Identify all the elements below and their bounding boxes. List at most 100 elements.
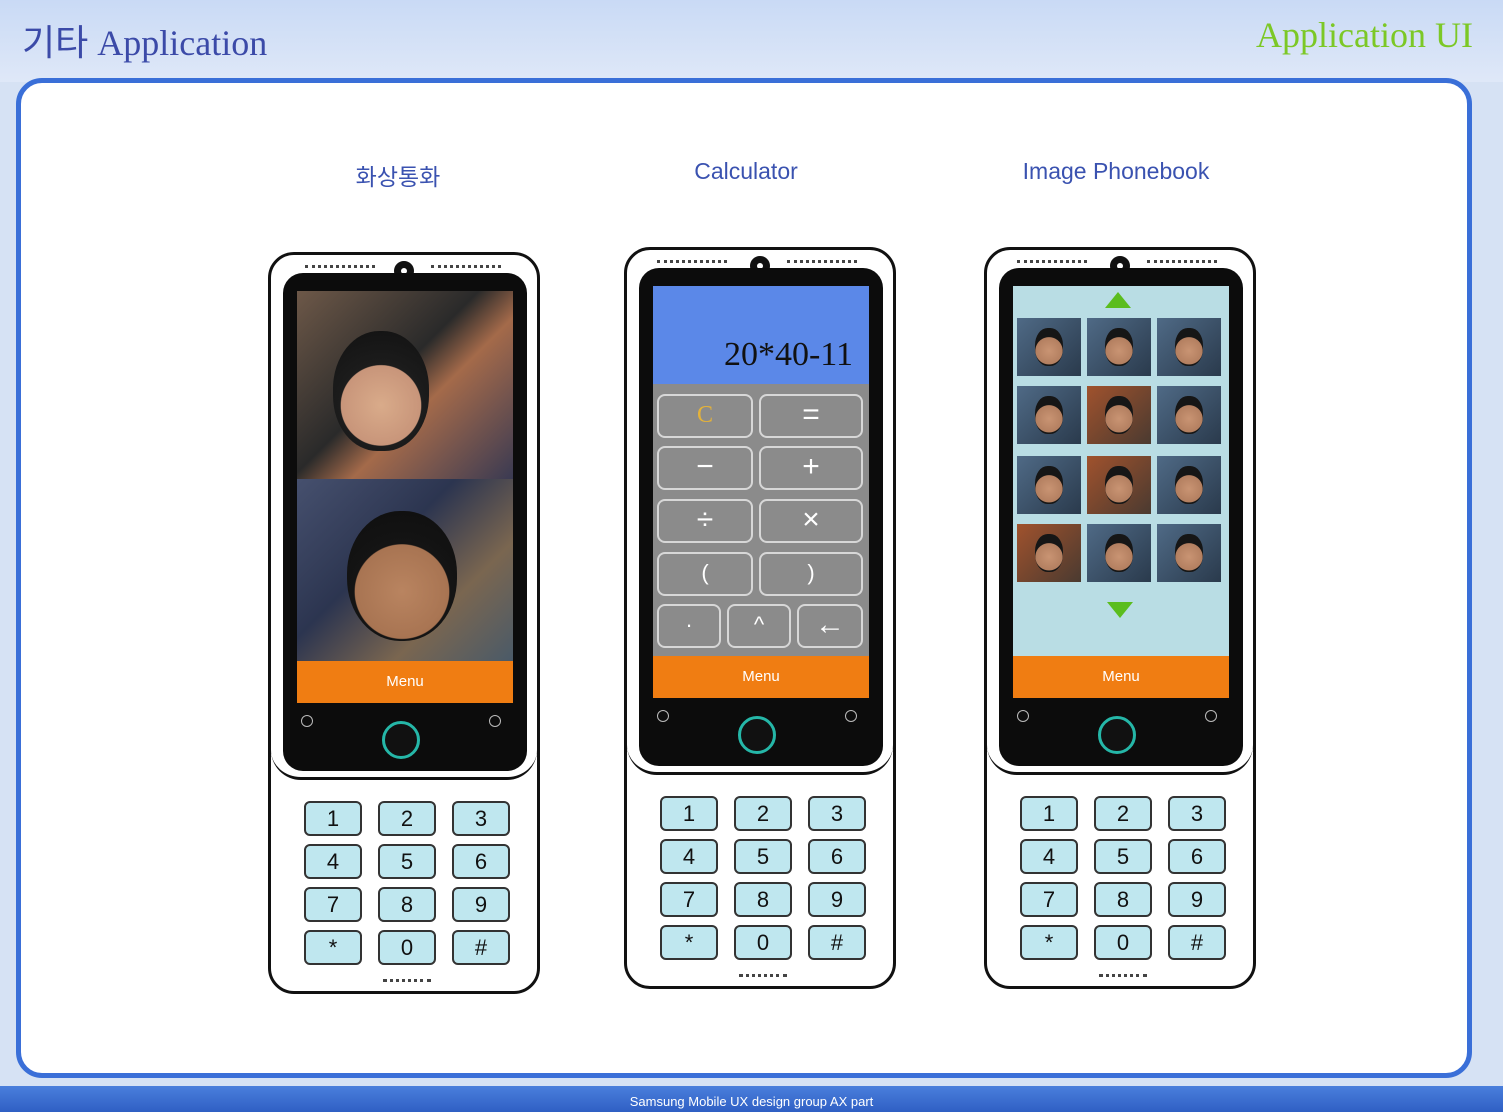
contact-thumbnail[interactable]	[1087, 386, 1151, 444]
calculator-screen: 20*40-11 C = − + ÷ × ( ) · ^ ← Menu	[653, 286, 869, 698]
keypad-key[interactable]: *	[1020, 925, 1078, 960]
keypad-key[interactable]: 7	[304, 887, 362, 922]
caption-image-phonebook: Image Phonebook	[1022, 158, 1210, 184]
phonebook-screen: Menu	[1013, 286, 1229, 698]
keypad-key[interactable]: 3	[452, 801, 510, 836]
phone-video-call: Menu 1 2 3 4 5 6 7 8 9 * 0 #	[268, 252, 540, 994]
keypad-key[interactable]: 1	[660, 796, 718, 831]
keypad-key[interactable]: 4	[1020, 839, 1078, 874]
contact-thumbnail[interactable]	[1157, 524, 1221, 582]
contact-thumbnail[interactable]	[1087, 318, 1151, 376]
contact-thumbnail[interactable]	[1017, 318, 1081, 376]
keypad-key[interactable]: 4	[660, 839, 718, 874]
keypad-key[interactable]: 8	[378, 887, 436, 922]
local-caller-photo	[347, 511, 457, 641]
footer-bar: Samsung Mobile UX design group AX part	[0, 1086, 1503, 1112]
caption-video-call: 화상통화	[355, 164, 441, 190]
slide-header: 기타 Application Application UI	[0, 0, 1503, 82]
keypad-key[interactable]: 9	[808, 882, 866, 917]
keypad-key[interactable]: *	[304, 930, 362, 965]
contact-thumbnail[interactable]	[1017, 524, 1081, 582]
keypad-key[interactable]: 6	[1168, 839, 1226, 874]
keypad-dots	[739, 974, 787, 977]
calc-plus-button[interactable]: +	[759, 446, 863, 490]
right-soft-key[interactable]	[845, 710, 857, 722]
keypad-key[interactable]: #	[808, 925, 866, 960]
speaker-grille	[1017, 260, 1087, 263]
calc-backspace-button[interactable]: ←	[797, 604, 863, 648]
keypad-key[interactable]: 0	[1094, 925, 1152, 960]
contact-grid	[1013, 286, 1229, 656]
keypad-key[interactable]: *	[660, 925, 718, 960]
keypad-key[interactable]: 1	[304, 801, 362, 836]
calc-open-paren-button[interactable]: (	[657, 552, 753, 596]
phone-upper-body: Menu	[987, 250, 1253, 775]
keypad-key[interactable]: 2	[378, 801, 436, 836]
speaker-grille	[657, 260, 727, 263]
keypad-key[interactable]: #	[1168, 925, 1226, 960]
left-soft-key[interactable]	[657, 710, 669, 722]
calc-close-paren-button[interactable]: )	[759, 552, 863, 596]
home-button[interactable]	[1098, 716, 1136, 754]
page-title: 기타 Application	[22, 23, 268, 63]
menu-button[interactable]: Menu	[297, 661, 513, 703]
menu-button[interactable]: Menu	[1013, 656, 1229, 698]
phone-upper-body: 20*40-11 C = − + ÷ × ( ) · ^ ← Menu	[627, 250, 893, 775]
keypad-key[interactable]: 3	[1168, 796, 1226, 831]
keypad-key[interactable]: 2	[734, 796, 792, 831]
keypad-key[interactable]: 7	[660, 882, 718, 917]
phone-image-phonebook: Menu 1 2 3 4 5 6 7 8 9 * 0 #	[984, 247, 1256, 989]
keypad-key[interactable]: 4	[304, 844, 362, 879]
contact-thumbnail[interactable]	[1017, 456, 1081, 514]
contact-thumbnail[interactable]	[1087, 524, 1151, 582]
calc-multiply-button[interactable]: ×	[759, 499, 863, 543]
keypad-key[interactable]: 7	[1020, 882, 1078, 917]
scroll-down-arrow-icon[interactable]	[1107, 602, 1133, 618]
caption-calculator: Calculator	[694, 158, 798, 184]
section-title: Application UI	[1256, 15, 1473, 55]
calc-power-button[interactable]: ^	[727, 604, 791, 648]
keypad-key[interactable]: 5	[734, 839, 792, 874]
keypad-key[interactable]: 9	[1168, 882, 1226, 917]
right-soft-key[interactable]	[489, 715, 501, 727]
calc-equals-button[interactable]: =	[759, 394, 863, 438]
screen-bezel: Menu	[999, 268, 1243, 766]
contact-thumbnail[interactable]	[1157, 456, 1221, 514]
speaker-grille	[1147, 260, 1217, 263]
calculator-expression: 20*40-11	[723, 336, 853, 373]
keypad-key[interactable]: 9	[452, 887, 510, 922]
keypad-key[interactable]: 2	[1094, 796, 1152, 831]
contact-thumbnail[interactable]	[1157, 386, 1221, 444]
keypad-key[interactable]: 5	[378, 844, 436, 879]
keypad-key[interactable]: 3	[808, 796, 866, 831]
contact-thumbnail[interactable]	[1017, 386, 1081, 444]
left-soft-key[interactable]	[301, 715, 313, 727]
left-soft-key[interactable]	[1017, 710, 1029, 722]
calculator-display: 20*40-11	[653, 286, 869, 384]
calc-minus-button[interactable]: −	[657, 446, 753, 490]
keypad-key[interactable]: 5	[1094, 839, 1152, 874]
keypad-key[interactable]: 6	[808, 839, 866, 874]
contact-thumbnail[interactable]	[1087, 456, 1151, 514]
right-soft-key[interactable]	[1205, 710, 1217, 722]
keypad-key[interactable]: 8	[734, 882, 792, 917]
screen-bezel: 20*40-11 C = − + ÷ × ( ) · ^ ← Menu	[639, 268, 883, 766]
keypad-key[interactable]: 8	[1094, 882, 1152, 917]
footer-credit: Samsung Mobile UX design group AX part	[629, 1094, 874, 1109]
keypad-key[interactable]: 6	[452, 844, 510, 879]
calc-clear-button[interactable]: C	[657, 394, 753, 438]
keypad-key[interactable]: 1	[1020, 796, 1078, 831]
screen-bezel: Menu	[283, 273, 527, 771]
calc-divide-button[interactable]: ÷	[657, 499, 753, 543]
contact-thumbnail[interactable]	[1157, 318, 1221, 376]
scroll-up-arrow-icon[interactable]	[1105, 292, 1131, 308]
home-button[interactable]	[382, 721, 420, 759]
keypad-dots	[1099, 974, 1147, 977]
home-button[interactable]	[738, 716, 776, 754]
keypad-key[interactable]: #	[452, 930, 510, 965]
calc-decimal-button[interactable]: ·	[657, 604, 721, 648]
keypad-key[interactable]: 0	[734, 925, 792, 960]
menu-button[interactable]: Menu	[653, 656, 869, 698]
speaker-grille	[787, 260, 857, 263]
keypad-key[interactable]: 0	[378, 930, 436, 965]
